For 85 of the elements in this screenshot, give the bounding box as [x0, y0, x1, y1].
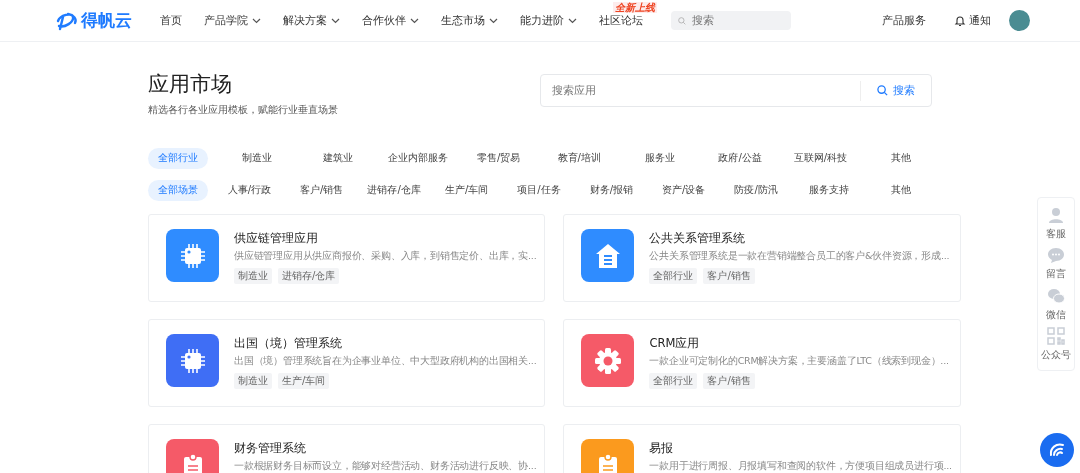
filter-tag[interactable]: 建筑业	[306, 147, 369, 169]
chevron-down-icon	[489, 17, 498, 24]
filter-tag[interactable]: 全部行业	[148, 147, 208, 169]
chevron-down-icon	[568, 17, 577, 24]
filter-tag[interactable]: 其他	[869, 179, 932, 201]
product-service-link[interactable]: 产品服务	[882, 13, 926, 28]
side-label: 留言	[1046, 267, 1066, 282]
side-label: 公众号	[1041, 348, 1071, 363]
filter-tag[interactable]: 企业内部服务	[387, 147, 450, 169]
app-description: 供应链管理应用从供应商报价、采购、入库，到销售定价、出库，实...	[234, 250, 537, 263]
app-name: 供应链管理应用	[234, 231, 319, 246]
app-name: 出国（境）管理系统	[234, 336, 343, 351]
filter-tag[interactable]: 其他	[869, 147, 932, 169]
filter-tag[interactable]: 进销存/仓库	[363, 179, 426, 201]
app-description: 一款企业可定制化的CRM解决方案，主要涵盖了LTC（线索到现金）...	[649, 355, 949, 368]
filter-tag[interactable]: 人事/行政	[218, 179, 281, 201]
app-search-field[interactable]: 搜索应用 搜索	[540, 74, 932, 107]
filter-tag[interactable]: 互联网/科技	[789, 147, 852, 169]
logo-text[interactable]: 得帆云	[81, 9, 132, 32]
new-badge: 全新上线	[613, 2, 657, 13]
app-description: 一款用于进行周报、月报填写和查阅的软件，方便项目组成员进行项...	[649, 460, 952, 473]
app-description: 公共关系管理系统是一款在营销端整合员工的客户&伙伴资源，形成...	[649, 250, 950, 263]
side-label: 微信	[1046, 307, 1066, 322]
app-card[interactable]: 易报 一款用于进行周报、月报填写和查阅的软件，方便项目组成员进行项...	[563, 424, 961, 473]
app-name: 易报	[649, 441, 675, 456]
app-description: 出国（境）管理系统旨在为企事业单位、中大型政府机构的出国相关...	[234, 355, 537, 368]
chevron-down-icon	[331, 17, 340, 24]
filter-tag[interactable]: 制造业	[226, 147, 289, 169]
search-input[interactable]: 搜索	[690, 13, 784, 28]
swirl-icon	[1048, 441, 1066, 459]
search-field[interactable]: 搜索	[671, 11, 791, 30]
category-tag: 全部行业	[649, 373, 698, 389]
app-card[interactable]: 公共关系管理系统 公共关系管理系统是一款在营销端整合员工的客户&伙伴资源，形成... 全部行业 客户/销售	[563, 214, 961, 302]
search-icon	[877, 85, 888, 96]
category-tag: 制造业	[234, 373, 272, 389]
app-name: CRM应用	[649, 336, 701, 351]
chevron-down-icon	[410, 17, 419, 24]
category-tag: 进销存/仓库	[278, 268, 340, 284]
app-card[interactable]: 财务管理系统 一款根据财务目标而设立，能够对经营活动、财务活动进行反映、协...	[148, 424, 546, 473]
avatar[interactable]	[1009, 10, 1030, 31]
category-tag: 客户/销售	[703, 373, 755, 389]
filter-tag[interactable]: 项目/任务	[507, 179, 570, 201]
filter-tag[interactable]: 防疫/防汛	[725, 179, 788, 201]
wechat-icon[interactable]	[1047, 286, 1065, 305]
bell-icon	[954, 14, 966, 27]
app-name: 财务管理系统	[234, 441, 307, 456]
category-tag: 制造业	[234, 268, 272, 284]
logo-icon	[55, 10, 79, 31]
category-tag: 全部行业	[649, 268, 698, 284]
category-tag: 客户/销售	[703, 268, 755, 284]
nav-link[interactable]: 首页	[160, 13, 182, 28]
nav-link[interactable]: 合作伙伴	[362, 13, 419, 28]
page-title: 应用市场	[148, 71, 233, 97]
search-icon	[678, 14, 686, 27]
filter-tag[interactable]: 服务业	[628, 147, 691, 169]
app-name: 公共关系管理系统	[649, 231, 747, 246]
filter-tag[interactable]: 零售/贸易	[467, 147, 530, 169]
app-description: 一款根据财务目标而设立，能够对经营活动、财务活动进行反映、协...	[234, 460, 537, 473]
person-icon[interactable]	[1047, 205, 1065, 224]
filter-tag[interactable]: 生产/车间	[435, 179, 498, 201]
filter-tag[interactable]: 客户/销售	[290, 179, 353, 201]
app-search-input[interactable]: 搜索应用	[541, 83, 860, 98]
assistant-button[interactable]	[1040, 433, 1074, 467]
nav-link[interactable]: 能力进阶	[520, 13, 577, 28]
nav-link[interactable]: 产品学院	[204, 13, 261, 28]
search-button[interactable]: 搜索	[860, 80, 931, 101]
filter-tag[interactable]: 全部场景	[148, 179, 208, 201]
page-subtitle: 精选各行各业应用模板，赋能行业垂直场景	[148, 103, 338, 117]
filter-tag[interactable]: 教育/培训	[548, 147, 611, 169]
chat-bubble-icon[interactable]	[1047, 246, 1065, 265]
filter-tag[interactable]: 资产/设备	[652, 179, 715, 201]
qr-code-icon[interactable]	[1047, 327, 1065, 346]
nav-link[interactable]: 社区论坛	[599, 13, 643, 28]
side-label: 客服	[1046, 226, 1066, 241]
filter-tag[interactable]: 服务支持	[797, 179, 860, 201]
notification-button[interactable]: 通知	[954, 13, 991, 28]
app-card[interactable]: 供应链管理应用 供应链管理应用从供应商报价、采购、入库，到销售定价、出库，实... 制造业 进销存/仓库	[148, 214, 546, 302]
app-card[interactable]: CRM应用 一款企业可定制化的CRM解决方案，主要涵盖了LTC（线索到现金）... 全部行业 客户/销售	[563, 319, 961, 407]
filter-tag[interactable]: 财务/报销	[580, 179, 643, 201]
app-card[interactable]: 出国（境）管理系统 出国（境）管理系统旨在为企事业单位、中大型政府机构的出国相关... 制造业 生产/车间	[148, 319, 546, 407]
nav-link[interactable]: 解决方案	[283, 13, 340, 28]
nav-link[interactable]: 生态市场	[441, 13, 498, 28]
chevron-down-icon	[252, 17, 261, 24]
category-tag: 生产/车间	[278, 373, 330, 389]
filter-tag[interactable]: 政府/公益	[709, 147, 772, 169]
